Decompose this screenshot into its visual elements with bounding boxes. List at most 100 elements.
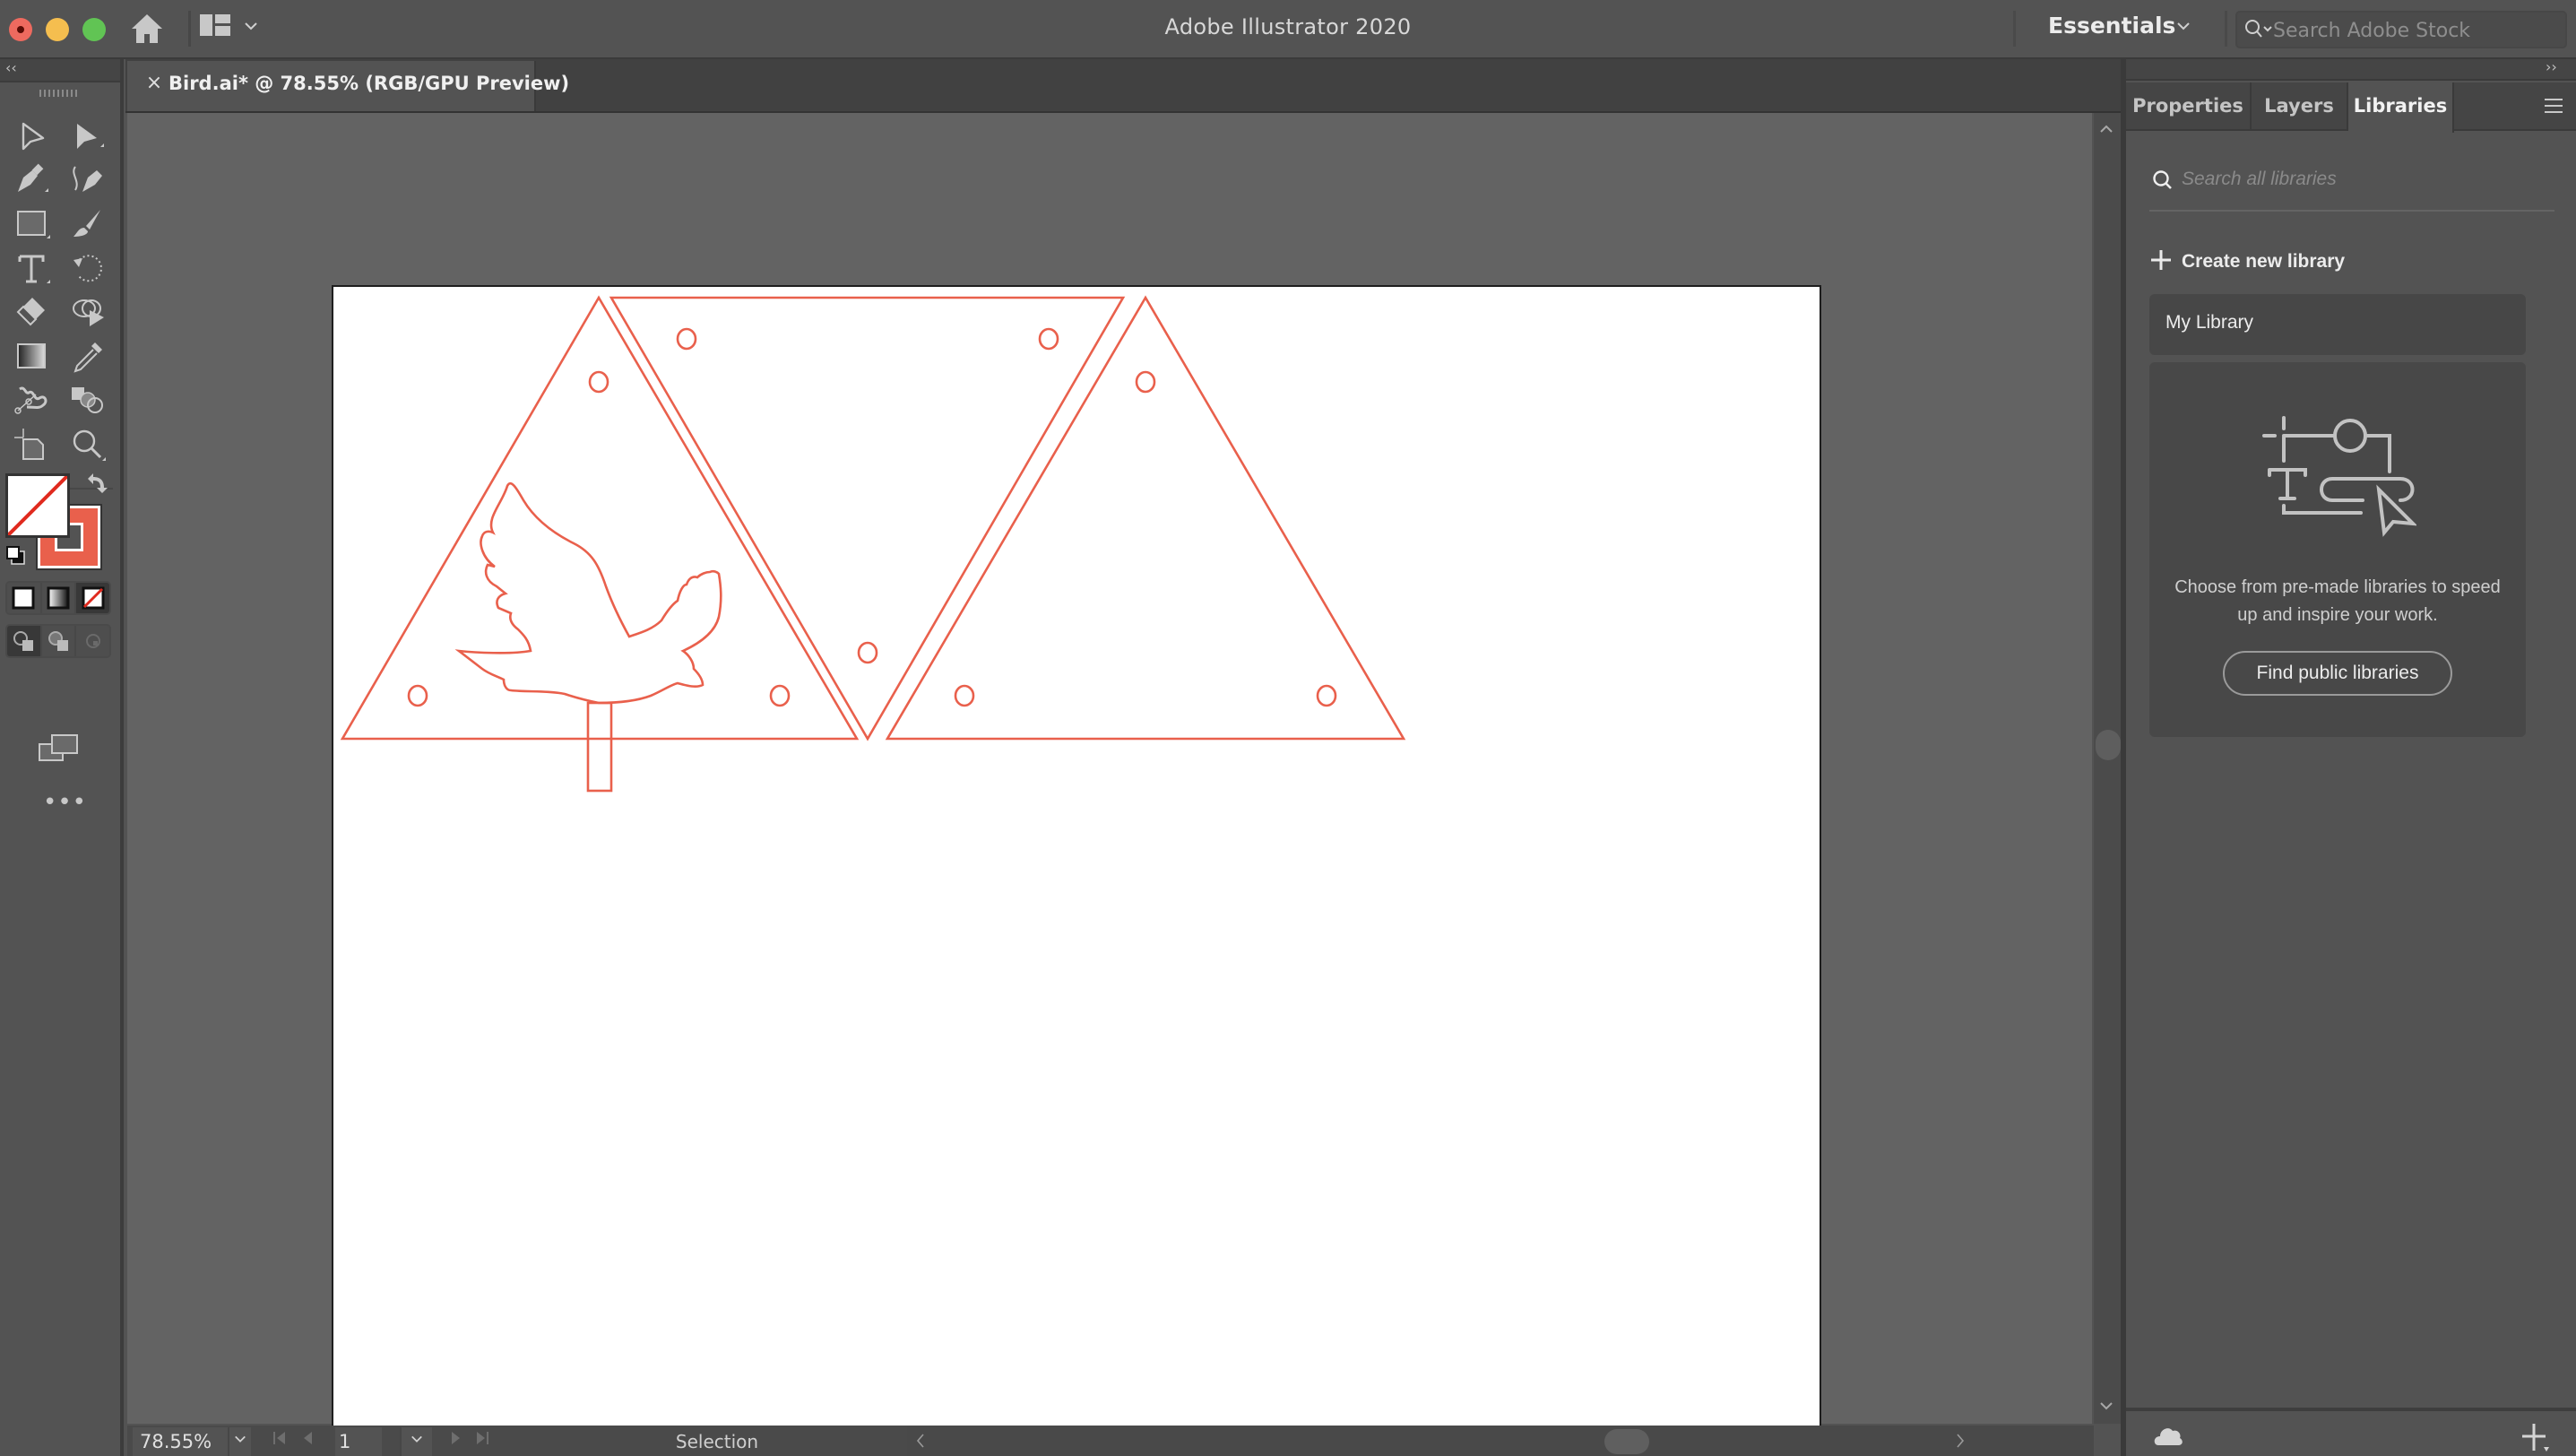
search-underline [2149,210,2554,212]
draw-mode-group [5,624,111,658]
my-library-item[interactable]: My Library [2149,294,2526,355]
adobe-stock-search[interactable] [2235,11,2567,48]
artboard-number-field[interactable] [335,1427,382,1456]
panel-footer [2126,1408,2576,1456]
hole [769,684,791,707]
puppet-warp-tool[interactable] [13,382,52,418]
direct-selection-tool[interactable] [68,118,108,154]
none-color-icon [8,476,67,535]
toolbar-grip-handle[interactable] [39,90,77,97]
color-mode-group [5,581,111,615]
scroll-up-icon[interactable] [2099,120,2114,137]
hole [857,641,878,664]
chevron-down-icon[interactable] [2176,16,2191,35]
selection-tool[interactable] [13,118,52,154]
horizontal-scroll-thumb[interactable] [1604,1429,1649,1454]
fill-color-swatch[interactable] [5,473,70,538]
search-icon [2244,19,2275,40]
previous-artboard-icon[interactable] [299,1429,317,1452]
shape-builder-tool[interactable] [68,294,108,330]
hole [676,327,697,351]
artboard-tool[interactable] [13,427,52,463]
status-bar: Selection [127,1426,2094,1456]
zoom-level-field[interactable] [133,1427,228,1456]
add-content-icon[interactable] [2520,1422,2551,1452]
find-public-libraries-button[interactable]: Find public libraries [2223,651,2452,696]
rectangle-tool[interactable] [13,206,52,242]
status-label: Selection [675,1431,759,1452]
hole [407,684,428,707]
horizontal-scrollbar[interactable] [907,1426,2094,1456]
create-new-library-label: Create new library [2182,251,2346,272]
hole [1038,327,1059,351]
default-fill-stroke-icon[interactable] [5,545,27,567]
rotate-tool[interactable] [68,251,108,287]
scroll-down-icon[interactable] [2099,1397,2114,1414]
search-icon [2151,169,2174,192]
artboard-dropdown-icon[interactable] [400,1427,432,1456]
panel-header: ›› [2126,58,2576,81]
gradient-tool[interactable] [13,339,52,375]
tab-libraries[interactable]: Libraries [2348,82,2454,133]
libraries-panel: ›› Properties Layers Libraries Create ne… [2126,58,2576,1456]
stock-search-input[interactable] [2273,18,2488,43]
paintbrush-tool[interactable] [68,206,108,242]
eyedropper-tool[interactable] [68,339,108,375]
hole [954,684,975,707]
panel-menu-icon[interactable] [2544,97,2563,115]
tab-properties[interactable]: Properties [2126,82,2252,131]
none-button[interactable] [76,583,109,613]
title-bar: Adobe Illustrator 2020 Essentials [0,0,2576,59]
vertical-scroll-thumb[interactable] [2096,730,2121,760]
bird-stand [586,701,613,793]
toolbar-header: ‹‹ [0,59,120,82]
document-tab-label: Bird.ai* @ 78.55% (RGB/GPU Preview) [169,73,570,94]
scroll-left-icon[interactable] [916,1433,925,1452]
zoom-dropdown-icon[interactable] [228,1427,251,1456]
middle-triangle [609,296,1126,741]
edit-toolbar-button[interactable]: ••• [43,789,87,816]
draw-inside-button[interactable] [76,626,109,656]
document-tab[interactable]: × Bird.ai* @ 78.55% (RGB/GPU Preview) [127,61,569,111]
title-separator [2225,11,2227,47]
blend-tool[interactable] [68,382,108,418]
draw-behind-button[interactable] [42,626,77,656]
zoom-tool[interactable] [68,427,108,463]
right-triangle [885,295,1406,741]
close-tab-icon[interactable]: × [143,72,165,94]
bird-outline [454,481,722,705]
collapse-panel-icon[interactable]: ›› [2546,58,2557,75]
curvature-tool[interactable] [68,161,108,197]
draw-normal-button[interactable] [7,626,42,656]
pen-tool[interactable] [13,161,52,197]
hole [588,370,609,394]
libraries-illustration-icon [2262,416,2418,538]
public-libraries-description: Choose from pre-made libraries to speed … [2174,577,2501,625]
swap-fill-stroke-icon[interactable] [84,470,109,495]
tools-panel: ‹‹ ••• [0,59,124,1456]
color-button[interactable] [7,583,42,613]
cloud-sync-icon[interactable] [2153,1424,2183,1447]
collapse-toolbar-icon[interactable]: ‹‹ [5,59,17,76]
library-search-input[interactable] [2182,161,2537,197]
eraser-tool[interactable] [13,294,52,330]
public-libraries-card: Choose from pre-made libraries to speed … [2149,362,2526,737]
hole [1316,684,1337,707]
hole [1135,370,1156,394]
artwork[interactable] [332,285,1821,1433]
title-separator [2013,11,2016,47]
gradient-button[interactable] [42,583,77,613]
first-artboard-icon[interactable] [271,1429,289,1452]
scroll-right-icon[interactable] [1956,1433,1965,1452]
plus-icon [2149,247,2173,277]
tab-layers[interactable]: Layers [2252,82,2348,131]
workspace-switcher[interactable]: Essentials [2048,13,2175,39]
panel-tabs: Properties Layers Libraries [2126,82,2576,133]
last-artboard-icon[interactable] [473,1429,491,1452]
create-new-library-button[interactable]: Create new library [2149,244,2345,280]
screen-mode-icon[interactable] [38,733,79,762]
type-tool[interactable] [13,251,52,287]
left-triangle [340,295,860,741]
vertical-scrollbar[interactable] [2094,113,2121,1424]
next-artboard-icon[interactable] [446,1429,464,1452]
